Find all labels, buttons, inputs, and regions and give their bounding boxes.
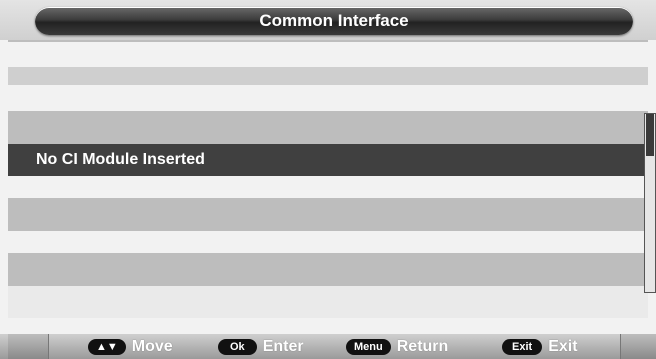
hint-exit-label: Exit: [548, 338, 578, 355]
hint-return-label: Return: [396, 338, 449, 355]
ci-menu-window: Common Interface No CI Module Inserted ▲…: [0, 0, 656, 359]
footer-left-cap: [8, 334, 49, 359]
move-arrows-key-icon: ▲▼: [88, 339, 126, 355]
menu-key-icon: Menu: [346, 339, 391, 355]
list-row: [8, 53, 648, 67]
list-row: [8, 286, 648, 318]
list-row: [8, 231, 648, 253]
header-divider: [8, 40, 648, 42]
list-row: [8, 198, 648, 231]
page-title: Common Interface: [259, 11, 409, 30]
list-row: [8, 67, 648, 85]
footer-right-cap: [620, 334, 656, 359]
ci-status-label: No CI Module Inserted: [36, 151, 205, 168]
title-bar: Common Interface: [35, 7, 633, 35]
hint-exit: Exit Exit: [502, 338, 578, 356]
scroll-thumb[interactable]: [646, 114, 654, 156]
hint-enter: Ok Enter: [218, 338, 304, 356]
list-row: [8, 85, 648, 111]
footer-hint-bar: ▲▼ Move Ok Enter Menu Return Exit Exit: [0, 334, 656, 359]
exit-key-icon: Exit: [502, 339, 543, 355]
hint-move-label: Move: [131, 338, 173, 355]
list-row: [8, 176, 648, 198]
hint-enter-label: Enter: [262, 338, 304, 355]
scrollbar[interactable]: [644, 113, 656, 293]
list-row: [8, 253, 648, 286]
ci-status-row[interactable]: No CI Module Inserted: [8, 144, 648, 176]
hint-move: ▲▼ Move: [88, 338, 173, 356]
list-row: [8, 111, 648, 144]
menu-list: No CI Module Inserted: [8, 53, 648, 318]
ok-key-icon: Ok: [218, 339, 257, 355]
hint-return: Menu Return: [346, 338, 448, 356]
